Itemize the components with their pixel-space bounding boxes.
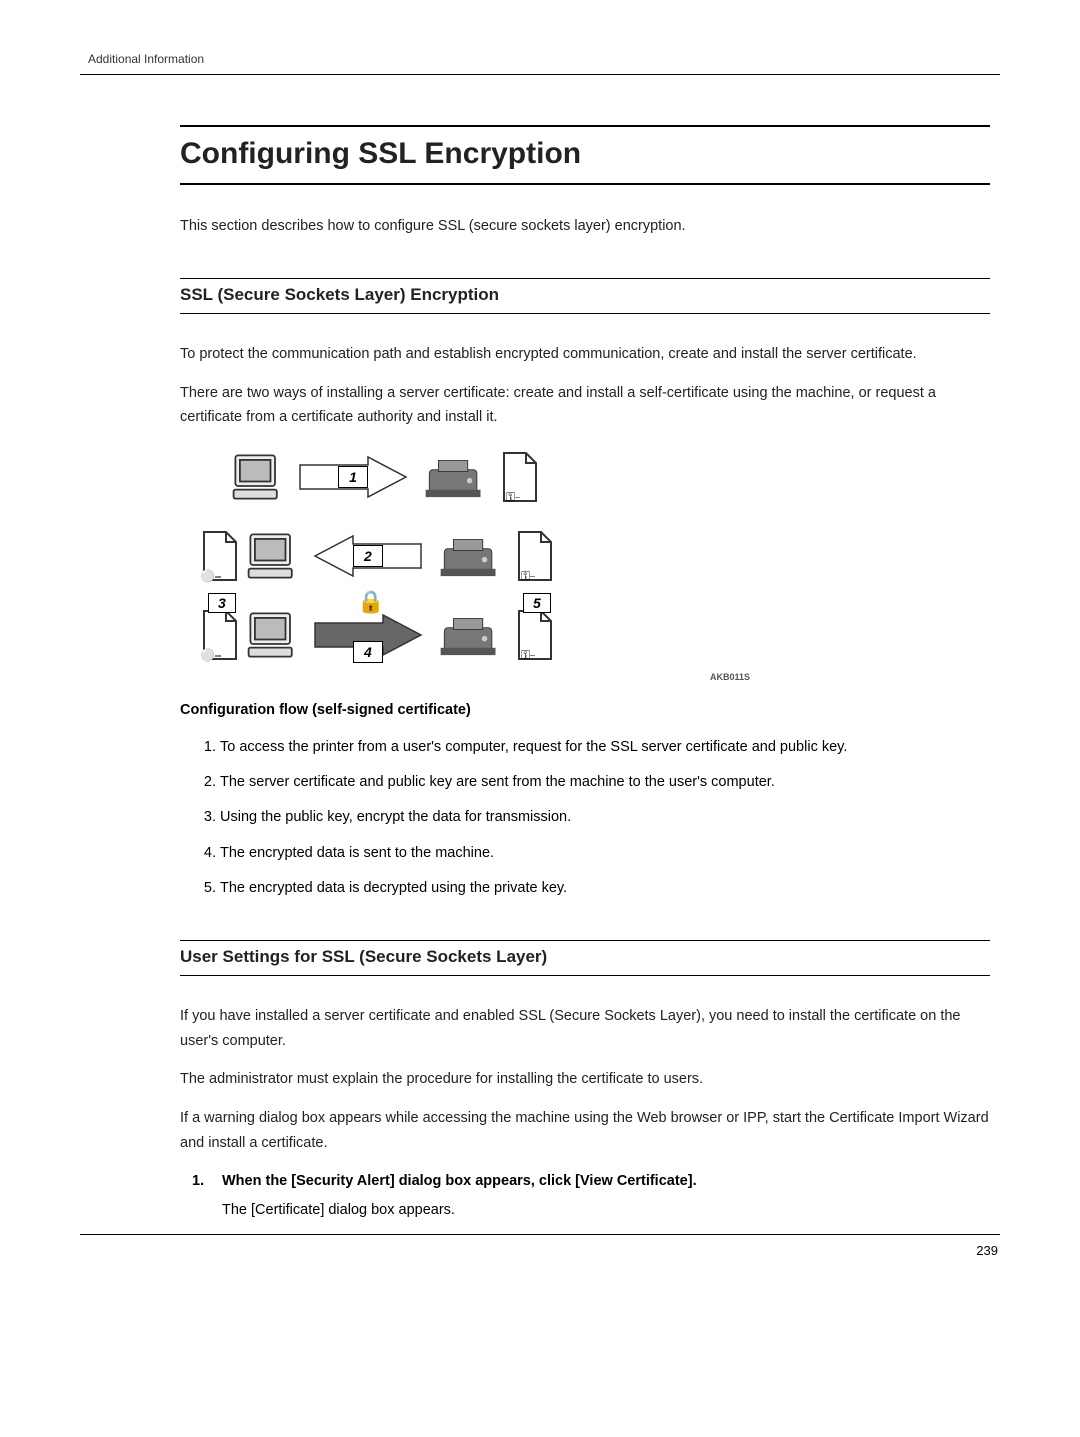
diagram-row-3: 3 ⚪⎯ 🔒 <box>200 608 990 662</box>
procedure-steps: 1. When the [Security Alert] dialog box … <box>192 1173 990 1222</box>
step-item-5: The encrypted data is decrypted using th… <box>220 877 990 900</box>
diagram-label-3: 3 <box>208 593 236 613</box>
key-icon: ⚿⎯ <box>521 648 535 663</box>
footer-rule <box>80 1234 1000 1235</box>
key-icon: ⚪⎯ <box>200 648 221 663</box>
document-with-key-right: ⚿⎯ <box>515 530 537 582</box>
diagram-label-5: 5 <box>523 593 551 613</box>
section2-para3: If a warning dialog box appears while ac… <box>180 1106 990 1155</box>
config-flow-subheading: Configuration flow (self-signed certific… <box>180 702 990 718</box>
step-item-2: The server certificate and public key ar… <box>220 771 990 794</box>
printer-icon <box>437 611 501 659</box>
step-note: The [Certificate] dialog box appears. <box>222 1199 990 1222</box>
document-with-key-left: ⚪⎯ <box>200 530 231 582</box>
section1-para1: To protect the communication path and es… <box>180 342 990 367</box>
arrow-left-2: 2 <box>313 534 423 578</box>
key-icon: ⚿⎯ <box>506 490 520 505</box>
diagram-row-1: 1 ⚿⎯ <box>230 450 990 504</box>
running-header: Additional Information <box>88 52 1000 66</box>
arrow-right-1: 1 <box>298 455 408 499</box>
section2-para2: The administrator must explain the proce… <box>180 1067 990 1092</box>
section-heading-ssl: SSL (Secure Sockets Layer) Encryption <box>180 278 990 314</box>
document-with-callout-3: 3 ⚪⎯ <box>200 609 231 661</box>
header-rule <box>80 74 1000 75</box>
step-instruction: When the [Security Alert] dialog box app… <box>222 1173 990 1189</box>
diagram-row-2: ⚪⎯ 2 <box>200 529 990 583</box>
step-item-4: The encrypted data is sent to the machin… <box>220 842 990 865</box>
config-flow-steps: To access the printer from a user's comp… <box>220 736 990 900</box>
section-heading-user-settings: User Settings for SSL (Secure Sockets La… <box>180 940 990 976</box>
diagram-label-2: 2 <box>353 545 383 567</box>
key-icon: ⚿⎯ <box>521 569 535 584</box>
step-number: 1. <box>192 1173 210 1222</box>
diagram-label-1: 1 <box>338 466 368 488</box>
document-with-callout-5: 5 ⚿⎯ <box>515 609 537 661</box>
intro-text: This section describes how to configure … <box>180 215 990 238</box>
step-item-1: To access the printer from a user's comp… <box>220 736 990 759</box>
page-title: Configuring SSL Encryption <box>180 125 990 185</box>
procedure-step-1: 1. When the [Security Alert] dialog box … <box>192 1173 990 1222</box>
diagram-label-4: 4 <box>353 641 383 663</box>
document-with-key: ⚿⎯ <box>500 451 522 503</box>
key-icon: ⚪⎯ <box>200 569 221 584</box>
ssl-flow-diagram: 1 ⚿⎯ <box>200 450 990 662</box>
printer-icon <box>422 453 486 501</box>
printer-icon <box>437 532 501 580</box>
section1-para2: There are two ways of installing a serve… <box>180 381 990 430</box>
step-item-3: Using the public key, encrypt the data f… <box>220 806 990 829</box>
computer-icon <box>230 450 284 504</box>
page-number: 239 <box>80 1243 998 1258</box>
content-area: Configuring SSL Encryption This section … <box>180 125 990 1222</box>
computer-icon <box>245 608 299 662</box>
computer-icon <box>245 529 299 583</box>
diagram-code: AKB011S <box>180 672 750 682</box>
lock-icon: 🔒 <box>357 589 384 615</box>
section2-para1: If you have installed a server certifica… <box>180 1004 990 1053</box>
arrow-right-4: 🔒 4 <box>313 613 423 657</box>
